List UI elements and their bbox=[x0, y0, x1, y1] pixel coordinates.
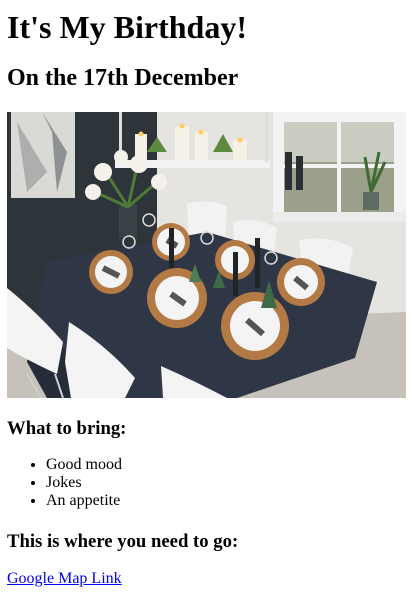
dining-table-photo bbox=[7, 112, 406, 398]
page-title: It's My Birthday! bbox=[7, 9, 247, 45]
google-map-link[interactable]: Google Map Link bbox=[7, 570, 122, 588]
location-heading: This is where you need to go: bbox=[7, 531, 239, 552]
bring-list: Good mood Jokes An appetite bbox=[7, 456, 122, 510]
dining-table-image bbox=[7, 112, 406, 398]
list-item: An appetite bbox=[46, 492, 122, 510]
list-item: Good mood bbox=[46, 456, 122, 474]
page-subtitle: On the 17th December bbox=[7, 65, 239, 91]
list-item: Jokes bbox=[46, 474, 122, 492]
bring-heading: What to bring: bbox=[7, 418, 127, 439]
